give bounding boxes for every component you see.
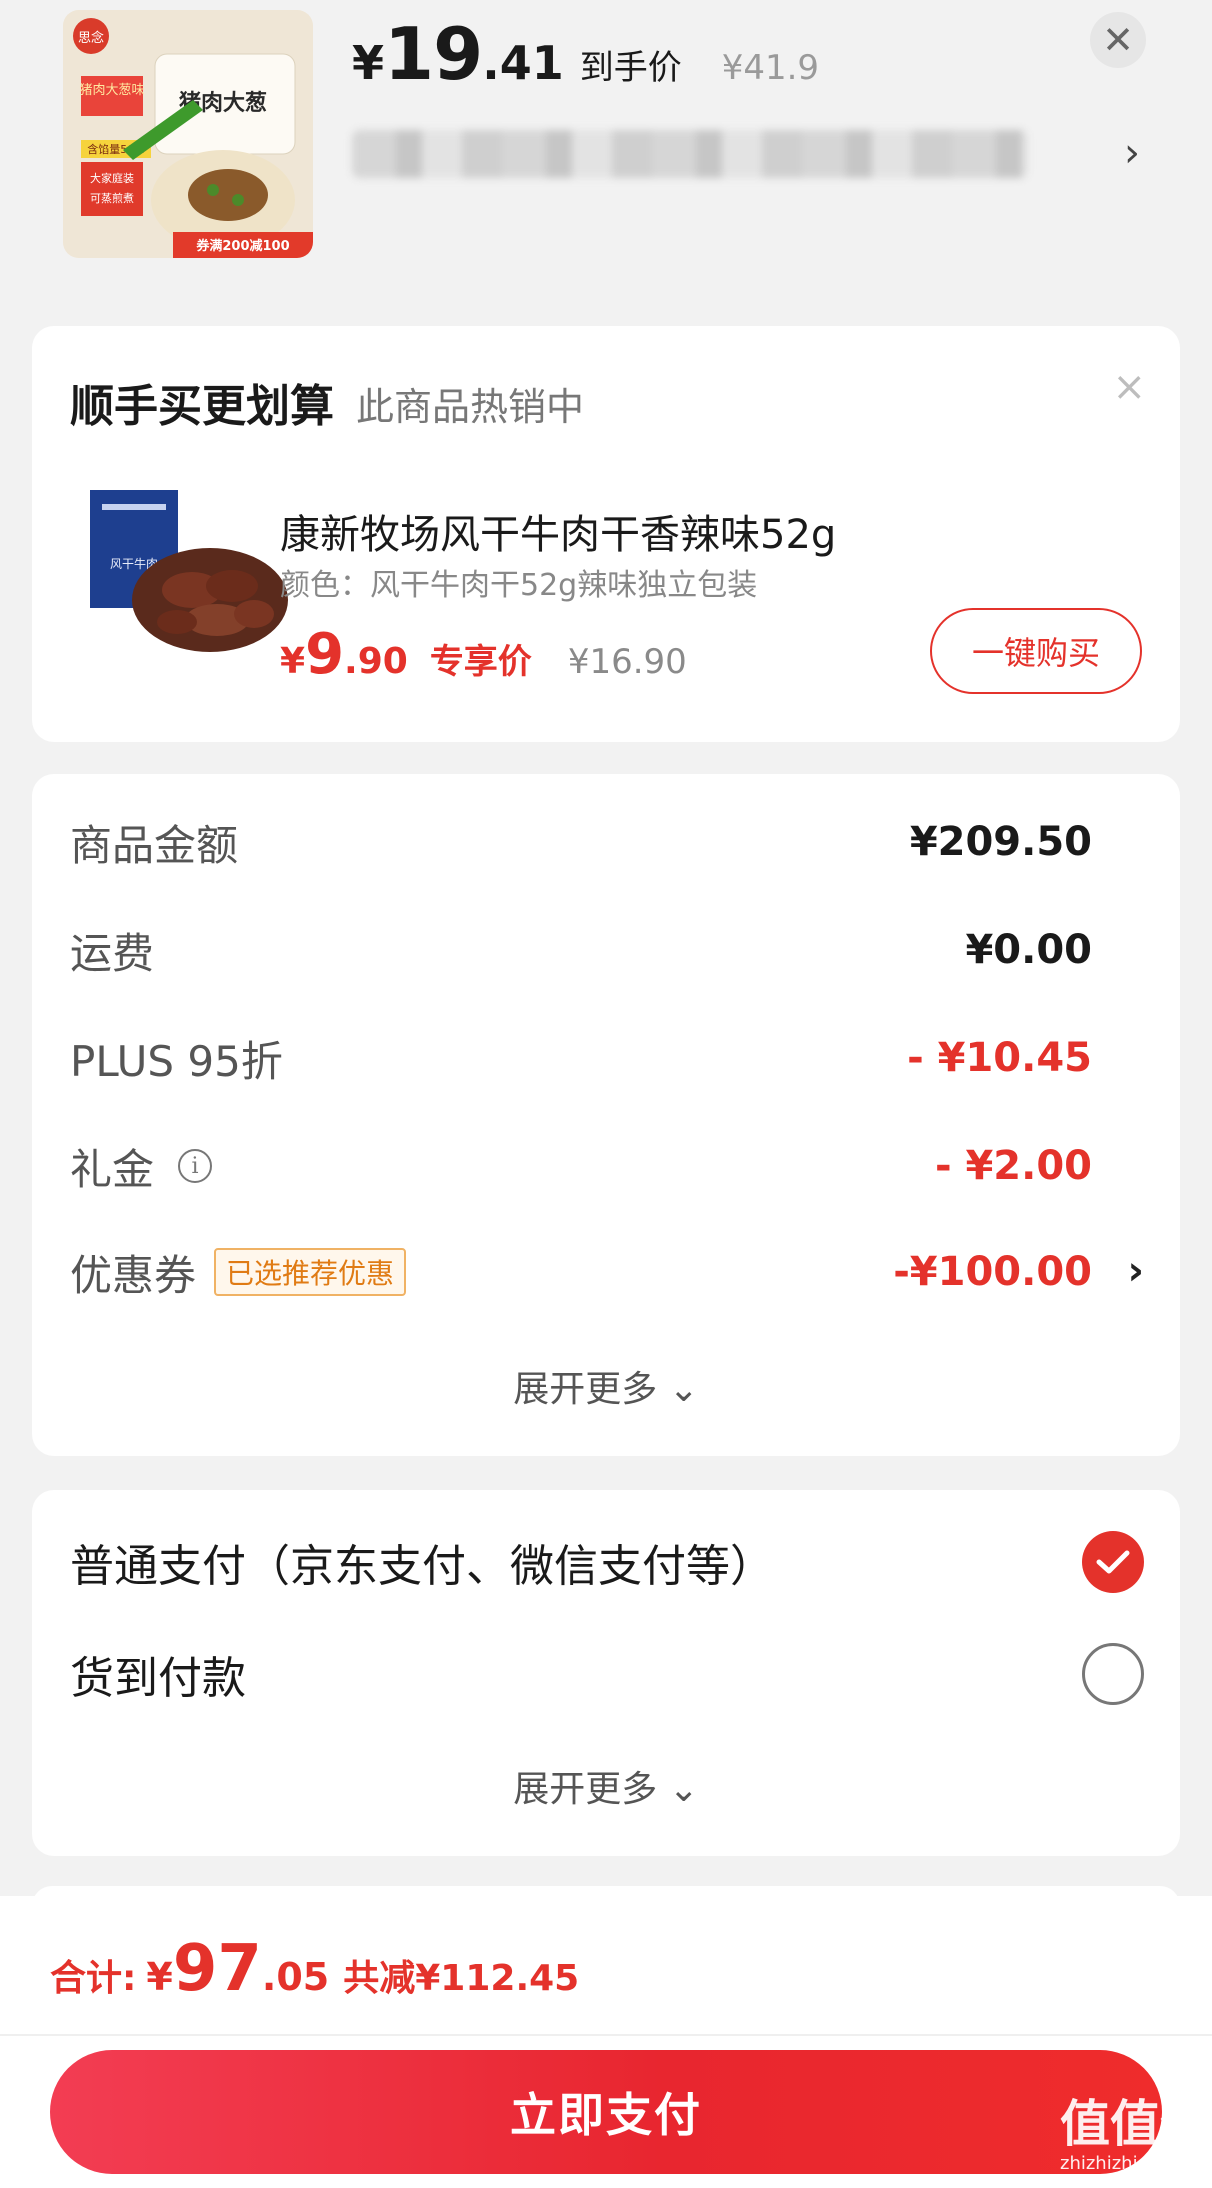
summary-value: - ¥2.00	[934, 1143, 1092, 1189]
recommend-title: 顺手买更划算	[70, 381, 334, 432]
top-product-strip: 思念 猪肉大葱味 含馅量50% 大家庭装 可蒸煎煮 猪肉大葱 券满200减100	[0, 0, 1212, 290]
price-decimal: .41	[482, 36, 564, 90]
total-reduction: 共减¥112.45	[343, 1958, 580, 1999]
price-integer: 9	[305, 622, 345, 687]
order-total: 合计: ¥ 97 .05 共减¥112.45	[50, 1932, 579, 2006]
close-icon[interactable]: ✕	[1090, 12, 1146, 68]
flavor-text: 猪肉大葱味	[79, 83, 144, 98]
price-integer: 19	[384, 12, 483, 96]
total-label: 合计:	[50, 1958, 137, 1999]
expand-more-button[interactable]: 展开更多 ⌄	[32, 1760, 1180, 1812]
summary-value: ¥209.50	[909, 819, 1092, 865]
radio-unchecked-icon[interactable]	[1082, 1643, 1144, 1705]
radio-checked-icon[interactable]	[1082, 1531, 1144, 1593]
bottom-pay-bar: 合计: ¥ 97 .05 共减¥112.45 立即支付	[0, 1896, 1212, 2188]
original-price: ¥41.9	[721, 48, 820, 88]
one-click-buy-button[interactable]: 一键购买	[930, 608, 1142, 694]
currency-symbol: ¥	[280, 641, 306, 682]
summary-label: 礼金	[70, 1144, 155, 1194]
watermark-logo: 值值值	[1060, 2094, 1210, 2153]
check-icon	[1096, 1550, 1130, 1574]
chevron-right-icon[interactable]: ›	[1124, 130, 1140, 176]
currency-symbol: ¥	[352, 36, 385, 90]
watermark: 值值值 zhizhizhi.com	[1060, 2096, 1212, 2188]
summary-value: ¥0.00	[965, 927, 1092, 973]
line1-text: 大家庭装	[90, 171, 134, 185]
chevron-right-icon[interactable]: ›	[1128, 1248, 1144, 1294]
beef-jerky-image[interactable]: 风干牛肉	[82, 490, 292, 660]
original-price: ¥16.90	[567, 642, 687, 682]
summary-label: 优惠券	[70, 1250, 197, 1300]
expand-more-button[interactable]: 展开更多 ⌄	[32, 1360, 1180, 1412]
product-thumbnail[interactable]: 思念 猪肉大葱味 含馅量50% 大家庭装 可蒸煎煮 猪肉大葱 券满200减100	[63, 10, 313, 258]
summary-value: - ¥10.45	[907, 1035, 1092, 1081]
payment-option-online[interactable]: 普通支付（京东支付、微信支付等）	[70, 1530, 1144, 1594]
summary-row-shipping: 运费 ¥0.00	[70, 920, 1092, 980]
price-tag: 到手价	[579, 48, 682, 88]
info-icon[interactable]: i	[178, 1149, 213, 1183]
final-price: ¥ 19 .41 到手价 ¥41.9	[352, 12, 820, 96]
recommend-subtitle: 此商品热销中	[356, 385, 585, 429]
summary-label: 商品金额	[70, 820, 239, 870]
payment-option-label: 普通支付（京东支付、微信支付等）	[70, 1541, 774, 1592]
recommend-item-price: ¥ 9 .90 专享价 ¥16.90	[280, 622, 687, 687]
divider	[0, 2034, 1212, 2036]
pay-now-button[interactable]: 立即支付	[50, 2050, 1162, 2174]
order-summary-card: 商品金额 ¥209.50 运费 ¥0.00 PLUS 95折 - ¥10.45 …	[32, 774, 1180, 1456]
recommend-item-name[interactable]: 康新牧场风干牛肉干香辣味52g	[280, 502, 836, 560]
recommend-card: 顺手买更划算 此商品热销中 × 风干牛肉 康新牧场风干牛肉干香辣味52g 颜色：…	[32, 326, 1180, 742]
price-decimal: .90	[344, 641, 408, 682]
summary-row-coupon[interactable]: 优惠券 已选推荐优惠 -¥100.00	[70, 1242, 1092, 1302]
total-decimal: .05	[261, 1955, 330, 1999]
summary-row-plus: PLUS 95折 - ¥10.45	[70, 1028, 1092, 1088]
address-bar-blurred[interactable]	[352, 130, 1028, 178]
summary-row-goods: 商品金额 ¥209.50	[70, 812, 1092, 872]
line2-text: 可蒸煎煮	[90, 191, 134, 205]
promo-text: 券满200减100	[195, 238, 289, 254]
exclusive-price-tag: 专享价	[429, 642, 532, 682]
payment-option-cod[interactable]: 货到付款	[70, 1642, 1144, 1706]
recommend-item-variant: 颜色：风干牛肉干52g辣味独立包装	[280, 568, 758, 603]
total-integer: 97	[172, 1932, 262, 2006]
coupon-tag: 已选推荐优惠	[214, 1248, 407, 1296]
dumpling-pack-image: 思念 猪肉大葱味 含馅量50% 大家庭装 可蒸煎煮 猪肉大葱 券满200减100	[63, 10, 313, 258]
payment-card: 普通支付（京东支付、微信支付等） 货到付款 展开更多 ⌄	[32, 1490, 1180, 1856]
summary-value: -¥100.00	[893, 1249, 1092, 1295]
watermark-url: zhizhizhi.com	[1060, 2153, 1182, 2174]
close-icon[interactable]: ×	[1112, 364, 1146, 410]
summary-label: PLUS 95折	[70, 1036, 283, 1086]
brand-text: 思念	[78, 30, 104, 46]
summary-row-gift: 礼金 i - ¥2.00	[70, 1136, 1092, 1196]
currency-symbol: ¥	[146, 1955, 173, 1999]
payment-option-label: 货到付款	[70, 1653, 246, 1704]
checkout-page: 思念 猪肉大葱味 含馅量50% 大家庭装 可蒸煎煮 猪肉大葱 券满200减100	[0, 0, 1212, 2188]
summary-label: 运费	[70, 928, 155, 978]
